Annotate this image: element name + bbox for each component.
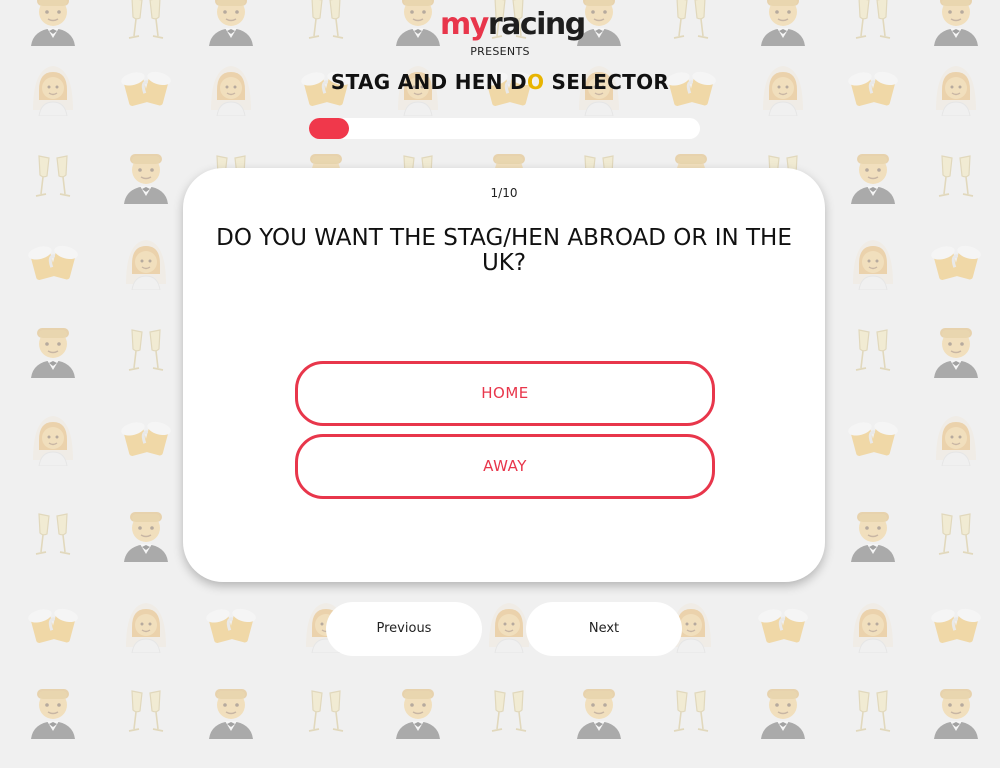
bride-emoji-icon [847,597,899,653]
beer-mugs-icon [930,234,982,290]
question-counter: 1/10 [490,186,518,200]
champagne-glasses-icon [665,0,717,46]
title-highlight: O [526,70,545,94]
groom-emoji-icon [573,683,625,739]
champagne-glasses-icon [120,0,172,46]
beer-mugs-icon [757,597,809,653]
groom-emoji-icon [847,506,899,562]
groom-emoji-icon [120,506,172,562]
presents-label: PRESENTS [470,45,530,58]
groom-emoji-icon [205,0,257,46]
page: myracing PRESENTS STAG AND HEN DO SELECT… [0,0,1000,768]
groom-emoji-icon [757,0,809,46]
champagne-glasses-icon [847,322,899,378]
champagne-glasses-icon [27,148,79,204]
beer-mugs-icon [930,597,982,653]
groom-emoji-icon [930,683,982,739]
groom-emoji-icon [757,683,809,739]
groom-emoji-icon [27,0,79,46]
logo-racing: racing [487,7,586,42]
champagne-glasses-icon [847,683,899,739]
beer-mugs-icon [847,410,899,466]
title-part-2: SELECTOR [544,70,670,94]
beer-mugs-icon [205,597,257,653]
champagne-glasses-icon [27,506,79,562]
progress-bar [309,118,700,139]
champagne-glasses-icon [300,0,352,46]
progress-fill [309,118,349,139]
champagne-glasses-icon [120,322,172,378]
groom-emoji-icon [392,683,444,739]
groom-emoji-icon [392,0,444,46]
groom-emoji-icon [27,322,79,378]
champagne-glasses-icon [847,0,899,46]
title-part-1: STAG AND HEN D [330,70,527,94]
champagne-glasses-icon [930,506,982,562]
groom-emoji-icon [930,0,982,46]
champagne-glasses-icon [120,683,172,739]
answer-away-button[interactable]: AWAY [295,434,715,499]
bride-emoji-icon [27,410,79,466]
bride-emoji-icon [120,597,172,653]
champagne-glasses-icon [483,683,535,739]
page-title: STAG AND HEN DO SELECTOR [0,70,1000,94]
champagne-glasses-icon [300,683,352,739]
beer-mugs-icon [27,234,79,290]
groom-emoji-icon [27,683,79,739]
previous-button[interactable]: Previous [326,602,482,656]
bride-emoji-icon [847,234,899,290]
bride-emoji-icon [930,410,982,466]
beer-mugs-icon [27,597,79,653]
champagne-glasses-icon [665,683,717,739]
question-card: 1/10 DO YOU WANT THE STAG/HEN ABROAD OR … [183,168,825,582]
beer-mugs-icon [120,410,172,466]
question-text: DO YOU WANT THE STAG/HEN ABROAD OR IN TH… [216,225,792,276]
groom-emoji-icon [847,148,899,204]
myracing-logo[interactable]: myracing [440,6,586,44]
next-button[interactable]: Next [526,602,682,656]
groom-emoji-icon [120,148,172,204]
answer-home-button[interactable]: HOME [295,361,715,426]
champagne-glasses-icon [930,148,982,204]
logo-my: my [440,7,489,42]
bride-emoji-icon [120,234,172,290]
groom-emoji-icon [205,683,257,739]
groom-emoji-icon [930,322,982,378]
